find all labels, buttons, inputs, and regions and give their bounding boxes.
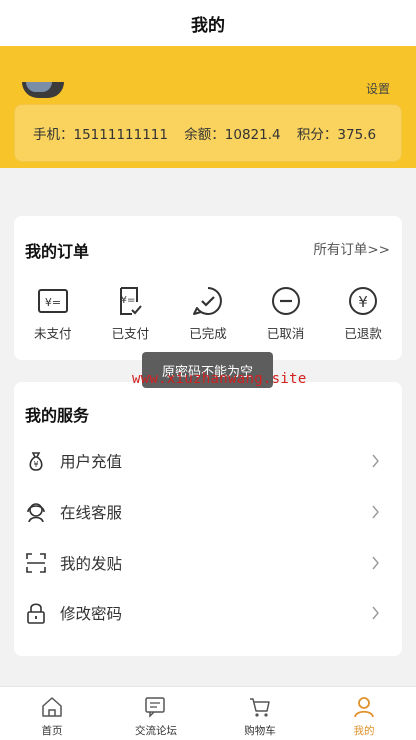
customer-service-icon bbox=[27, 503, 45, 523]
chevron-right-icon bbox=[372, 505, 379, 519]
order-paid-label: 已支付 bbox=[111, 326, 150, 341]
settings-link[interactable]: 设置 bbox=[366, 80, 390, 97]
service-online-support-label: 在线客服 bbox=[60, 504, 123, 522]
chevron-right-icon bbox=[372, 454, 379, 468]
svg-text:¥=: ¥= bbox=[121, 295, 136, 306]
svg-text:¥=: ¥= bbox=[45, 296, 61, 309]
page-title: 我的 bbox=[191, 15, 225, 36]
cancelled-icon bbox=[271, 287, 300, 315]
balance-value: 10821.4 bbox=[224, 127, 281, 143]
account-info-card: 手机：15111111111 余额：10821.4 积分：375.6 bbox=[14, 104, 402, 162]
svg-text:¥: ¥ bbox=[33, 460, 38, 469]
points-info: 积分：375.6 bbox=[297, 127, 376, 143]
order-status-row: ¥= 未支付 ¥= 已支付 已完成 已取消 ¥ 已退款 bbox=[14, 286, 402, 342]
tab-mine-label: 我的 bbox=[353, 725, 375, 737]
tab-mine[interactable]: 我的 bbox=[312, 687, 416, 740]
points-label: 积分： bbox=[296, 127, 338, 143]
avatar[interactable] bbox=[22, 82, 64, 98]
top-navbar: 我的 bbox=[0, 0, 416, 46]
lock-icon bbox=[27, 603, 45, 624]
tab-home[interactable]: 首页 bbox=[0, 687, 104, 740]
balance-label: 余额： bbox=[184, 127, 225, 143]
tab-cart[interactable]: 购物车 bbox=[208, 687, 312, 740]
services-title: 我的服务 bbox=[25, 406, 90, 425]
all-orders-link[interactable]: 所有订单>> bbox=[313, 238, 390, 258]
svg-text:¥: ¥ bbox=[358, 293, 368, 311]
money-bag-icon: ¥ bbox=[29, 452, 43, 471]
order-cancelled[interactable]: 已取消 bbox=[247, 286, 325, 342]
order-refund-label: 已退款 bbox=[344, 326, 382, 341]
order-paid[interactable]: ¥= 已支付 bbox=[92, 286, 170, 342]
service-recharge-label: 用户充值 bbox=[60, 453, 123, 471]
bottom-tabbar: 首页 交流论坛 购物车 我的 bbox=[0, 686, 416, 740]
phone-value: 15111111111 bbox=[73, 127, 168, 143]
phone-info: 手机：15111111111 bbox=[33, 127, 168, 143]
order-cancelled-label: 已取消 bbox=[266, 326, 305, 341]
unpaid-icon: ¥= bbox=[37, 289, 68, 313]
tab-forum[interactable]: 交流论坛 bbox=[104, 687, 208, 740]
chevron-right-icon bbox=[372, 556, 379, 570]
phone-label: 手机： bbox=[33, 127, 74, 143]
points-value: 375.6 bbox=[337, 127, 377, 143]
order-refund[interactable]: ¥ 已退款 bbox=[324, 286, 402, 342]
cart-icon bbox=[250, 698, 270, 717]
tab-forum-label: 交流论坛 bbox=[135, 725, 177, 737]
service-recharge[interactable]: ¥ 用户充值 bbox=[14, 439, 402, 483]
tab-cart-label: 购物车 bbox=[244, 725, 276, 737]
tab-home-label: 首页 bbox=[41, 725, 63, 737]
forum-icon bbox=[145, 697, 165, 718]
completed-icon bbox=[192, 287, 222, 315]
watermark: www.xiuzhanwang.site bbox=[132, 371, 307, 387]
orders-title: 我的订单 bbox=[25, 242, 90, 261]
orders-card: 我的订单 所有订单>> ¥= 未支付 ¥= 已支付 已完成 已取消 ¥ 已退款 bbox=[14, 216, 402, 360]
paid-icon: ¥= bbox=[120, 287, 143, 315]
user-icon bbox=[354, 697, 374, 718]
service-change-password-label: 修改密码 bbox=[60, 605, 123, 623]
order-completed[interactable]: 已完成 bbox=[169, 286, 247, 342]
services-card: 我的服务 ¥ 用户充值 在线客服 我的发贴 修改密码 bbox=[14, 382, 402, 656]
service-my-posts[interactable]: 我的发贴 bbox=[14, 541, 402, 585]
balance-info: 余额：10821.4 bbox=[184, 127, 280, 143]
scan-icon bbox=[26, 553, 46, 573]
profile-header: 设置 手机：15111111111 余额：10821.4 积分：375.6 bbox=[0, 46, 416, 168]
refund-icon: ¥ bbox=[349, 287, 378, 315]
order-completed-label: 已完成 bbox=[189, 326, 227, 341]
order-unpaid-label: 未支付 bbox=[34, 326, 72, 341]
home-icon bbox=[42, 697, 62, 717]
service-change-password[interactable]: 修改密码 bbox=[14, 591, 402, 635]
chevron-right-icon bbox=[372, 606, 379, 620]
service-my-posts-label: 我的发贴 bbox=[60, 555, 123, 573]
service-online-support[interactable]: 在线客服 bbox=[14, 490, 402, 534]
account-info-line: 手机：15111111111 余额：10821.4 积分：375.6 bbox=[33, 123, 388, 143]
order-unpaid[interactable]: ¥= 未支付 bbox=[14, 286, 92, 342]
